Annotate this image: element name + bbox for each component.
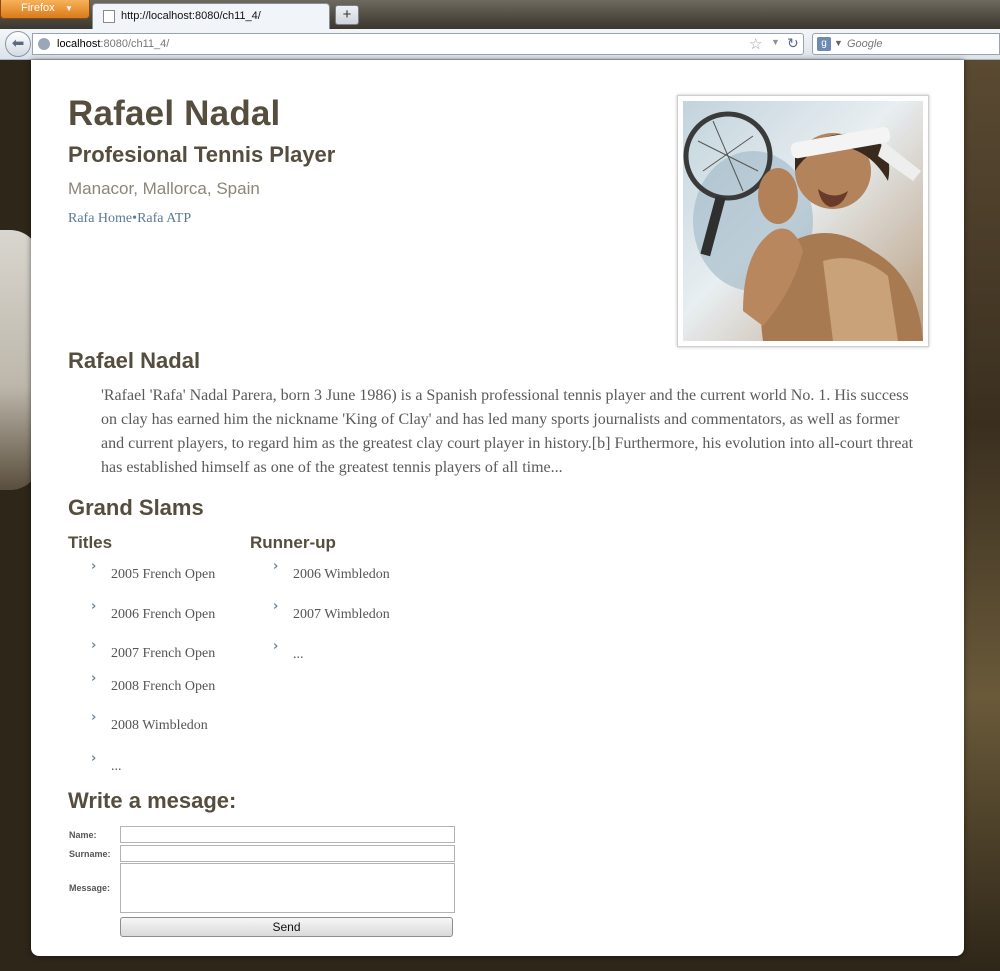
search-bar[interactable]: g ▼ Google — [812, 33, 1000, 55]
url-text: localhost:8080/ch11_4/ — [57, 38, 170, 50]
surname-label: Surname: — [69, 849, 111, 859]
bio-text: 'Rafael 'Rafa' Nadal Parera, born 3 June… — [101, 387, 914, 476]
page-card: Rafael Nadal Profesional Tennis Player M… — [31, 60, 964, 956]
list-item: › ... — [91, 751, 122, 774]
list-item: › ... — [273, 639, 304, 662]
chevron-right-icon: › — [91, 638, 97, 653]
address-bar[interactable]: localhost:8080/ch11_4/ ☆ ▼ ↻ — [32, 33, 804, 55]
list-item: › 2007 Wimbledon — [273, 599, 390, 622]
firefox-menu-button[interactable]: Firefox ▼ — [0, 0, 90, 19]
chevron-right-icon: › — [91, 599, 97, 614]
back-button[interactable]: ⬅ — [5, 31, 31, 57]
list-item: › 2008 French Open — [91, 671, 216, 694]
history-dropdown-icon[interactable]: ▼ — [771, 37, 780, 47]
message-form-heading: Write a mesage: — [68, 788, 237, 813]
list-item: › 2006 Wimbledon — [273, 559, 390, 582]
page-icon — [103, 10, 115, 23]
chevron-right-icon: › — [91, 671, 97, 686]
player-role: Profesional Tennis Player — [68, 142, 336, 167]
link-rafa-atp[interactable]: Rafa ATP — [137, 211, 191, 226]
navigation-toolbar: ⬅ localhost:8080/ch11_4/ ☆ ▼ ↻ g ▼ Googl… — [0, 29, 1000, 60]
bookmark-star-icon[interactable]: ☆ — [749, 35, 762, 53]
search-placeholder: Google — [847, 38, 883, 50]
name-label: Name: — [69, 830, 97, 840]
profile-links: Rafa Home•Rafa ATP — [68, 211, 191, 227]
titles-heading: Titles — [68, 533, 113, 552]
player-photo-image — [683, 101, 923, 341]
list-item: › 2006 French Open — [91, 599, 216, 622]
chevron-right-icon: › — [91, 710, 97, 725]
reload-icon[interactable]: ↻ — [787, 35, 799, 52]
search-engine-icon[interactable]: g — [817, 37, 831, 51]
player-name: Rafael Nadal — [68, 94, 281, 133]
runner-up-heading: Runner-up — [250, 533, 336, 552]
chevron-down-icon: ▼ — [65, 4, 73, 13]
chevron-right-icon: › — [273, 639, 279, 654]
browser-tab[interactable]: http://localhost:8080/ch11_4/ — [92, 3, 330, 29]
chevron-right-icon: › — [91, 559, 97, 574]
tab-title: http://localhost:8080/ch11_4/ — [121, 10, 261, 22]
firefox-menu-label: Firefox — [21, 2, 55, 14]
chevron-right-icon: › — [273, 599, 279, 614]
tab-strip: Firefox ▼ http://localhost:8080/ch11_4/ … — [0, 0, 1000, 29]
back-arrow-icon: ⬅ — [11, 35, 25, 52]
player-location: Manacor, Mallorca, Spain — [68, 179, 260, 198]
send-button[interactable]: Send — [120, 917, 453, 937]
grand-slams-heading: Grand Slams — [68, 495, 204, 520]
globe-icon — [38, 38, 50, 50]
list-item: › 2005 French Open — [91, 559, 216, 582]
chevron-right-icon: › — [273, 559, 279, 574]
new-tab-button[interactable]: + — [335, 5, 359, 25]
chevron-down-icon[interactable]: ▼ — [834, 38, 843, 48]
message-textarea[interactable] — [120, 863, 455, 913]
player-photo — [677, 95, 929, 347]
surname-input[interactable] — [120, 845, 455, 862]
chevron-right-icon: › — [91, 751, 97, 766]
list-item: › 2008 Wimbledon — [91, 710, 208, 733]
link-rafa-home[interactable]: Rafa Home — [68, 211, 132, 226]
tennis-player-illustration — [683, 111, 923, 341]
bio-heading: Rafael Nadal — [68, 348, 201, 373]
name-input[interactable] — [120, 826, 455, 843]
list-item: › 2007 French Open — [91, 638, 216, 661]
background-decoration-right — [960, 60, 1000, 971]
message-label: Message: — [69, 883, 111, 893]
